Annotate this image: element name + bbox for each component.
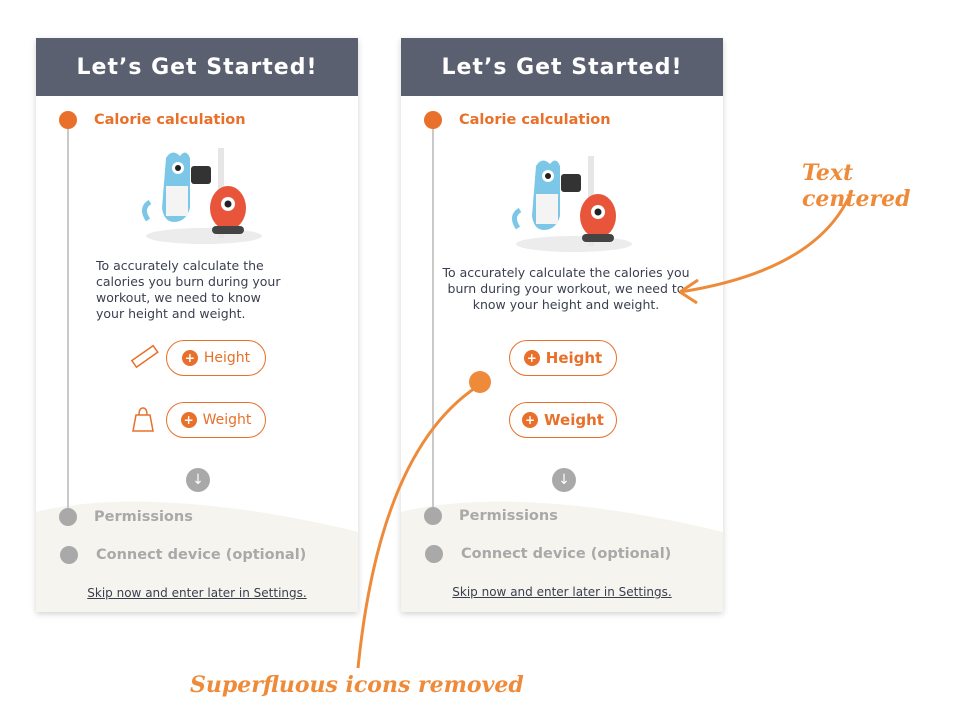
page-title: Let’s Get Started! (36, 38, 358, 96)
weight-button[interactable]: + Weight (166, 402, 266, 438)
arrow-down-icon[interactable]: ↓ (186, 468, 210, 492)
plus-icon: + (523, 350, 540, 366)
height-button[interactable]: + Height (166, 340, 266, 376)
step-indicator-inactive (60, 546, 78, 564)
plus-icon: + (180, 412, 197, 428)
description-text: To accurately calculate the calories you… (96, 258, 281, 321)
weight-button[interactable]: + Weight (509, 402, 617, 438)
arrow-down-icon[interactable]: ↓ (552, 468, 576, 492)
plus-icon: + (181, 350, 198, 366)
step-indicator-active (424, 111, 442, 129)
step-title-calorie: Calorie calculation (459, 112, 611, 128)
description-text: To accurately calculate the calories you… (442, 265, 690, 312)
height-label: Height (545, 349, 603, 367)
skip-link[interactable]: Skip now and enter later in Settings. (36, 586, 358, 600)
height-label: Height (203, 350, 251, 366)
mascot-illustration (512, 156, 632, 252)
page-title: Let’s Get Started! (401, 38, 723, 96)
step-indicator-inactive (59, 508, 77, 526)
onboarding-screen-before: Let’s Get Started! Calorie calculation T… (36, 38, 358, 612)
weight-label: Weight (202, 412, 252, 428)
step-title-permissions: Permissions (459, 508, 558, 524)
step-title-calorie: Calorie calculation (94, 112, 246, 128)
step-indicator-inactive (424, 507, 442, 525)
step-indicator-inactive (425, 545, 443, 563)
skip-link[interactable]: Skip now and enter later in Settings. (401, 585, 723, 599)
plus-icon: + (522, 412, 539, 428)
step-title-connect-device: Connect device (optional) (96, 547, 307, 563)
step-title-connect-device: Connect device (optional) (461, 546, 672, 562)
annotation-text-centered: Text centered (802, 160, 911, 212)
mascot-illustration (142, 148, 262, 244)
weight-bag-icon (132, 407, 154, 432)
ruler-icon (130, 344, 159, 369)
step-title-permissions: Permissions (94, 509, 193, 525)
annotation-icons-removed: Superfluous icons removed (190, 672, 524, 698)
step-indicator-active (59, 111, 77, 129)
onboarding-screen-after: Let’s Get Started! Calorie calculation T… (401, 38, 723, 612)
timeline-line (67, 123, 69, 513)
weight-label: Weight (544, 411, 604, 429)
timeline-line (432, 123, 434, 513)
height-button[interactable]: + Height (509, 340, 617, 376)
